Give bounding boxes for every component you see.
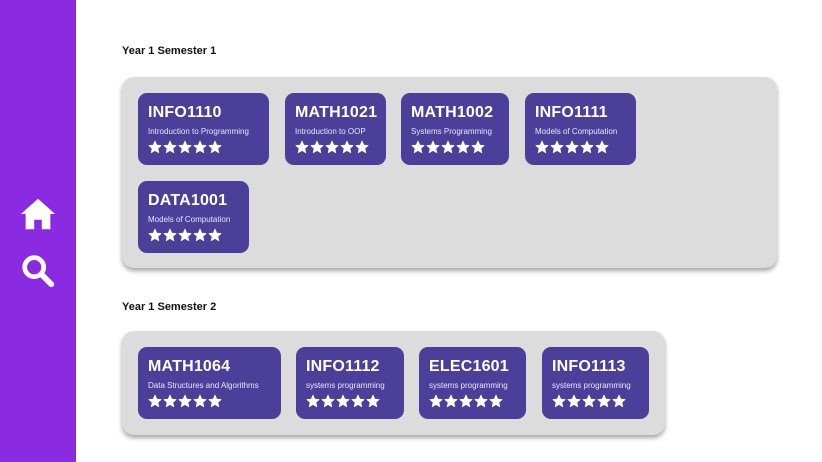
course-name: Data Structures and Algorithms bbox=[148, 381, 259, 390]
star-icon bbox=[489, 394, 503, 408]
star-icon bbox=[580, 140, 594, 154]
star-icon bbox=[208, 140, 222, 154]
star-rating bbox=[552, 394, 649, 408]
star-icon bbox=[178, 394, 192, 408]
star-icon bbox=[411, 140, 425, 154]
course-card-info1111[interactable]: INFO1111 Models of Computation bbox=[525, 93, 636, 165]
star-icon bbox=[565, 140, 579, 154]
course-code: ELEC1601 bbox=[429, 358, 509, 375]
course-card-data1001[interactable]: DATA1001 Models of Computation bbox=[138, 181, 249, 253]
course-code: MATH1021 bbox=[295, 104, 378, 121]
star-icon bbox=[444, 394, 458, 408]
star-icon bbox=[310, 140, 324, 154]
home-icon[interactable] bbox=[19, 196, 57, 232]
star-rating bbox=[148, 140, 269, 154]
star-icon bbox=[193, 228, 207, 242]
star-icon bbox=[208, 394, 222, 408]
course-card-info1112[interactable]: INFO1112 systems programming bbox=[296, 347, 404, 419]
course-name: Models of Computation bbox=[535, 127, 618, 136]
course-name: systems programming bbox=[306, 381, 385, 390]
star-rating bbox=[148, 394, 281, 408]
course-card-elec1601[interactable]: ELEC1601 systems programming bbox=[419, 347, 526, 419]
star-icon bbox=[193, 394, 207, 408]
course-card-info1113[interactable]: INFO1113 systems programming bbox=[542, 347, 649, 419]
sidebar bbox=[0, 0, 76, 462]
course-code: INFO1112 bbox=[306, 358, 380, 375]
star-icon bbox=[351, 394, 365, 408]
course-name: Introduction to OOP bbox=[295, 127, 366, 136]
course-name: Models of Computation bbox=[148, 215, 231, 224]
course-code: DATA1001 bbox=[148, 192, 228, 209]
star-icon bbox=[295, 140, 309, 154]
star-icon bbox=[471, 140, 485, 154]
star-icon bbox=[148, 228, 162, 242]
course-card-math1064[interactable]: MATH1064 Data Structures and Algorithms bbox=[138, 347, 281, 419]
star-icon bbox=[355, 140, 369, 154]
star-icon bbox=[366, 394, 380, 408]
star-icon bbox=[325, 140, 339, 154]
star-icon bbox=[474, 394, 488, 408]
course-card-info1110[interactable]: INFO1110 Introduction to Programming bbox=[138, 93, 269, 165]
star-rating bbox=[429, 394, 526, 408]
star-icon bbox=[163, 394, 177, 408]
course-name: Introduction to Programming bbox=[148, 127, 249, 136]
semester-2-panel: MATH1064 Data Structures and Algorithms … bbox=[122, 331, 665, 435]
course-code: MATH1064 bbox=[148, 358, 231, 375]
star-icon bbox=[148, 140, 162, 154]
main-content: Year 1 Semester 1 INFO1110 Introduction … bbox=[76, 0, 822, 462]
star-icon bbox=[208, 228, 222, 242]
star-icon bbox=[597, 394, 611, 408]
star-icon bbox=[567, 394, 581, 408]
course-code: INFO1113 bbox=[552, 358, 626, 375]
star-rating bbox=[411, 140, 509, 154]
star-icon bbox=[552, 394, 566, 408]
star-icon bbox=[441, 140, 455, 154]
course-code: INFO1111 bbox=[535, 104, 608, 121]
semester-1-title: Year 1 Semester 1 bbox=[122, 45, 217, 57]
star-icon bbox=[426, 140, 440, 154]
course-card-math1002[interactable]: MATH1002 Systems Programming bbox=[401, 93, 509, 165]
course-name: systems programming bbox=[429, 381, 508, 390]
star-rating bbox=[295, 140, 386, 154]
star-rating bbox=[306, 394, 404, 408]
star-icon bbox=[306, 394, 320, 408]
semester-2-title: Year 1 Semester 2 bbox=[122, 301, 217, 313]
star-icon bbox=[193, 140, 207, 154]
star-icon bbox=[459, 394, 473, 408]
course-card-math1021[interactable]: MATH1021 Introduction to OOP bbox=[285, 93, 386, 165]
star-icon bbox=[340, 140, 354, 154]
search-icon[interactable] bbox=[19, 252, 57, 288]
star-icon bbox=[456, 140, 470, 154]
star-icon bbox=[582, 394, 596, 408]
star-rating bbox=[148, 228, 249, 242]
star-icon bbox=[148, 394, 162, 408]
star-icon bbox=[429, 394, 443, 408]
semester-1-panel: INFO1110 Introduction to Programming MAT… bbox=[122, 77, 777, 268]
star-icon bbox=[178, 140, 192, 154]
course-code: INFO1110 bbox=[148, 104, 222, 121]
star-rating bbox=[535, 140, 636, 154]
star-icon bbox=[595, 140, 609, 154]
star-icon bbox=[321, 394, 335, 408]
star-icon bbox=[535, 140, 549, 154]
course-code: MATH1002 bbox=[411, 104, 494, 121]
star-icon bbox=[612, 394, 626, 408]
star-icon bbox=[163, 228, 177, 242]
star-icon bbox=[163, 140, 177, 154]
star-icon bbox=[550, 140, 564, 154]
star-icon bbox=[178, 228, 192, 242]
course-name: Systems Programming bbox=[411, 127, 492, 136]
course-name: systems programming bbox=[552, 381, 631, 390]
star-icon bbox=[336, 394, 350, 408]
